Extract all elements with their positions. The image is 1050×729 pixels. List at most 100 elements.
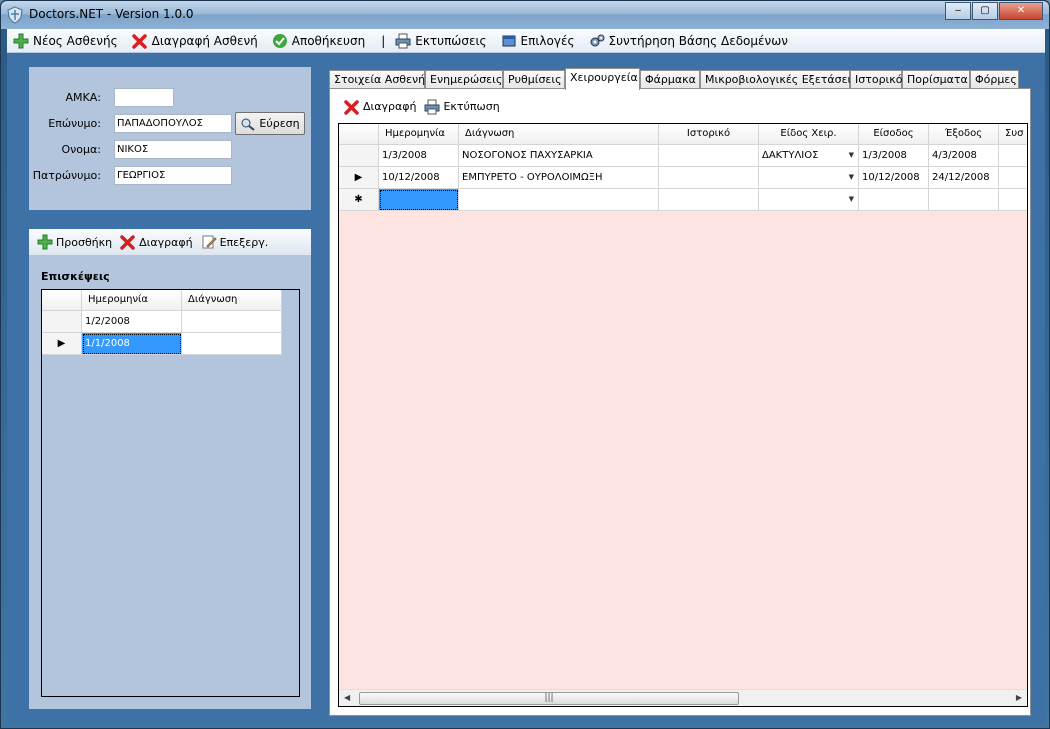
tab-microbiology[interactable]: Μικροβιολογικές Εξετάσεις — [700, 70, 858, 89]
tab-medicines[interactable]: Φάρμακα — [640, 70, 700, 89]
surgery-date-cell[interactable]: 10/12/2008 — [379, 167, 459, 189]
visits-panel: Προσθήκη Διαγραφή Επεξεργ. Επισκέψεις Ημ… — [29, 229, 311, 709]
column-header[interactable]: Διάγνωση — [459, 124, 659, 145]
surgery-history-cell[interactable] — [659, 145, 759, 167]
surname-input[interactable]: ΠΑΠΑΔΟΠΟΥΛΟΣ — [114, 114, 232, 133]
column-header[interactable]: Ημερομηνία — [379, 124, 459, 145]
name-input[interactable]: ΝΙΚΟΣ — [114, 140, 232, 159]
surgery-diagnosis-cell[interactable]: ΕΜΠΥΡΕΤΟ - ΟΥΡΟΛΟΙΜΩΞΗ — [459, 167, 659, 189]
tab-surgeries[interactable]: Χειρουργεία — [565, 68, 640, 90]
edit-visit-button[interactable]: Επεξεργ. — [201, 234, 268, 250]
tab-updates[interactable]: Ενημερώσεις — [425, 70, 503, 89]
delete-surgery-button[interactable]: Διαγραφή — [344, 99, 416, 115]
column-header[interactable]: Είσοδος — [859, 124, 929, 145]
scroll-left-icon[interactable]: ◀ — [344, 693, 350, 702]
close-button[interactable]: ✕ — [999, 2, 1043, 20]
find-button[interactable]: Εύρεση — [235, 112, 305, 135]
tab-settings[interactable]: Ρυθμίσεις — [503, 70, 565, 89]
scroll-right-icon[interactable]: ▶ — [1016, 693, 1022, 702]
surgery-extra-cell[interactable] — [999, 167, 1027, 189]
father-name-input[interactable]: ΓΕΩΡΓΙΟΣ — [114, 166, 232, 185]
dropdown-arrow-icon[interactable]: ▼ — [849, 195, 854, 203]
visit-date-cell[interactable]: 1/2/2008 — [82, 311, 182, 333]
main-toolbar: Νέος Ασθενής Διαγραφή Ασθενή Αποθήκευση … — [7, 29, 1045, 53]
surgery-type-combo[interactable]: ΔΑΚΤΥΛΙΟΣ ▼ — [759, 145, 859, 167]
surgery-exit-cell[interactable]: 4/3/2008 — [929, 145, 999, 167]
tab-strip: Στοιχεία Ασθενή Ενημερώσεις Ρυθμίσεις Χε… — [329, 68, 1029, 90]
row-header[interactable] — [42, 311, 82, 333]
surgery-date-cell[interactable]: 1/3/2008 — [379, 145, 459, 167]
toolbar-separator: | — [381, 33, 386, 48]
visits-title: Επισκέψεις — [41, 270, 110, 283]
visit-diagnosis-cell[interactable] — [182, 311, 282, 333]
row-header[interactable] — [339, 145, 379, 167]
column-header[interactable]: Είδος Χειρ. — [759, 124, 859, 145]
tab-findings[interactable]: Πορίσματα — [902, 70, 970, 89]
printer-icon — [395, 33, 411, 48]
dropdown-arrow-icon[interactable]: ▼ — [849, 151, 854, 159]
surgery-exit-cell[interactable]: 24/12/2008 — [929, 167, 999, 189]
new-surgery-extra-cell[interactable] — [999, 189, 1027, 211]
tab-history[interactable]: Ιστορικό — [850, 70, 903, 89]
column-header[interactable]: Ημερομηνία — [82, 290, 182, 311]
patient-panel: ΑΜΚΑ: Επώνυμο: ΠΑΠΑΔΟΠΟΥΛΟΣ Εύρεση Ονομα… — [29, 67, 311, 210]
tab-patient-info[interactable]: Στοιχεία Ασθενή — [329, 70, 425, 89]
new-patient-button[interactable]: Νέος Ασθενής — [13, 33, 118, 49]
print-surgery-button[interactable]: Εκτύπωση — [424, 99, 500, 115]
title-bar[interactable]: Doctors.NET - Version 1.0.0 ‒ ▢ ✕ — [1, 1, 1049, 29]
surgeries-toolbar: Διαγραφή Εκτύπωση — [336, 94, 1026, 119]
options-window-icon — [502, 35, 516, 46]
maximize-button[interactable]: ▢ — [972, 2, 998, 20]
delete-visit-button[interactable]: Διαγραφή — [120, 234, 193, 250]
row-header-corner — [339, 124, 379, 145]
new-surgery-type-combo[interactable]: ▼ — [759, 189, 859, 211]
row-header-corner — [42, 290, 82, 311]
tab-forms[interactable]: Φόρμες — [970, 70, 1019, 89]
column-header[interactable]: Συσ — [999, 124, 1027, 145]
surgery-type-combo[interactable]: ▼ — [759, 167, 859, 189]
surgery-entry-cell[interactable]: 1/3/2008 — [859, 145, 929, 167]
row-header[interactable]: ▶ — [42, 333, 82, 355]
surgery-entry-cell[interactable]: 10/12/2008 — [859, 167, 929, 189]
surgery-type-value: ΔΑΚΤΥΛΙΟΣ — [762, 150, 819, 161]
column-header[interactable]: Ιστορικό — [659, 124, 759, 145]
surgery-history-cell[interactable] — [659, 167, 759, 189]
save-button[interactable]: Αποθήκευση — [272, 33, 365, 49]
surgery-extra-cell[interactable] — [999, 145, 1027, 167]
plus-icon — [37, 234, 53, 250]
visits-grid[interactable]: Ημερομηνία Διάγνωση 1/2/2008 ▶ 1/1/2008 — [41, 289, 300, 697]
minimize-button[interactable]: ‒ — [945, 2, 971, 20]
printouts-button[interactable]: Εκτυπώσεις — [395, 33, 487, 49]
row-header[interactable]: ▶ — [339, 167, 379, 189]
dropdown-arrow-icon[interactable]: ▼ — [849, 173, 854, 181]
options-button[interactable]: Επιλογές — [501, 33, 575, 49]
edit-pencil-icon — [202, 235, 217, 249]
amka-label: ΑΜΚΑ: — [65, 91, 101, 104]
column-header[interactable]: Έξοδος — [929, 124, 999, 145]
check-circle-icon — [272, 33, 287, 48]
delete-patient-button[interactable]: Διαγραφή Ασθενή — [131, 33, 258, 49]
new-surgery-exit-cell[interactable] — [929, 189, 999, 211]
scrollbar-thumb[interactable]: ||| — [359, 692, 739, 705]
delete-x-icon — [344, 99, 359, 115]
surgery-diagnosis-cell[interactable]: ΝΟΣΟΓΟΝΟΣ ΠΑΧΥΣΑΡΚΙΑ — [459, 145, 659, 167]
client-area: ΑΜΚΑ: Επώνυμο: ΠΑΠΑΔΟΠΟΥΛΟΣ Εύρεση Ονομα… — [7, 53, 1045, 724]
visit-date-cell[interactable]: 1/1/2008 — [82, 333, 182, 355]
new-surgery-diagnosis-cell[interactable] — [459, 189, 659, 211]
visit-diagnosis-cell[interactable] — [182, 333, 282, 355]
plus-icon — [13, 33, 29, 48]
printer-icon — [424, 99, 440, 114]
app-window: Doctors.NET - Version 1.0.0 ‒ ▢ ✕ Νέος Α… — [0, 0, 1050, 729]
amka-input[interactable] — [114, 88, 174, 107]
new-row-header[interactable]: ✱ — [339, 189, 379, 211]
horizontal-scrollbar[interactable]: ◀ ||| ▶ — [339, 689, 1027, 706]
new-surgery-history-cell[interactable] — [659, 189, 759, 211]
add-visit-button[interactable]: Προσθήκη — [37, 234, 112, 250]
column-header[interactable]: Διάγνωση — [182, 290, 282, 311]
surgeries-grid[interactable]: Ημερομηνία Διάγνωση Ιστορικό Είδος Χειρ.… — [338, 123, 1028, 707]
new-surgery-entry-cell[interactable] — [859, 189, 929, 211]
shield-icon — [7, 6, 23, 24]
new-surgery-date-cell[interactable] — [379, 189, 459, 211]
db-maintenance-button[interactable]: Συντήρηση Βάσης Δεδομένων — [589, 33, 788, 49]
name-label: Ονομα: — [61, 143, 102, 156]
